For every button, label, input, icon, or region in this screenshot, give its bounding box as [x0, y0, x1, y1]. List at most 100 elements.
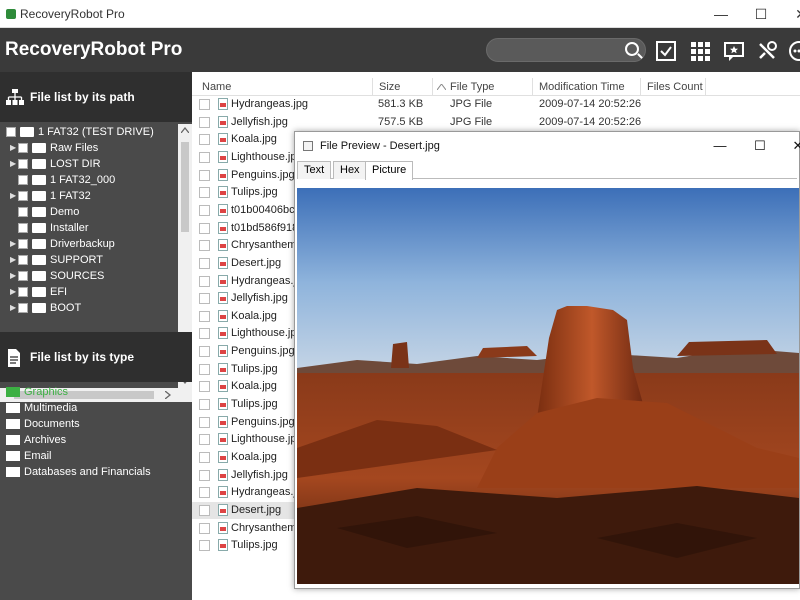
tab-text[interactable]: Text: [297, 161, 332, 179]
path-section-header[interactable]: File list by its path: [0, 72, 192, 122]
file-type-item[interactable]: Documents: [0, 416, 192, 432]
sidebar: File list by its path 1 FAT32 (TEST DRIV…: [0, 72, 192, 600]
feedback-star-icon[interactable]: [723, 40, 745, 62]
file-row[interactable]: Jellyfish.jpg 757.5 KB JPG File 2009-07-14 …: [192, 114, 800, 131]
tree-item-checkbox[interactable]: [18, 159, 28, 169]
file-row-checkbox[interactable]: [199, 204, 210, 216]
tree-item-checkbox[interactable]: [18, 207, 28, 217]
file-row-checkbox[interactable]: [199, 504, 210, 516]
tree-item-checkbox[interactable]: [18, 175, 28, 185]
scroll-up-icon[interactable]: [181, 127, 189, 133]
tree-item[interactable]: ▶ 1 FAT32: [0, 188, 178, 204]
file-row-checkbox[interactable]: [199, 346, 210, 358]
column-file-type[interactable]: File Type: [450, 81, 494, 93]
file-type-item[interactable]: Email: [0, 448, 192, 464]
tree-item[interactable]: ▶ BOOT: [0, 300, 178, 316]
file-name: Penguins.jpg: [231, 168, 295, 181]
file-row-checkbox[interactable]: [199, 540, 210, 552]
file-row-checkbox[interactable]: [199, 469, 210, 481]
column-files-count[interactable]: Files Count: [647, 81, 703, 93]
file-row-checkbox[interactable]: [199, 134, 210, 146]
expand-arrow-icon[interactable]: ▶: [10, 252, 18, 268]
grid-view-icon[interactable]: [689, 40, 711, 62]
tree-item[interactable]: 1 FAT32 (TEST DRIVE): [0, 124, 178, 140]
tools-icon[interactable]: [756, 40, 778, 62]
expand-arrow-icon[interactable]: ▶: [10, 156, 18, 172]
tree-item-checkbox[interactable]: [6, 127, 16, 137]
preview-titlebar[interactable]: File Preview - Desert.jpg — ☐ ✕: [295, 132, 800, 160]
expand-arrow-icon[interactable]: ▶: [10, 300, 18, 316]
type-section-header[interactable]: File list by its type: [0, 332, 192, 382]
file-row-checkbox[interactable]: [199, 222, 210, 234]
file-row[interactable]: Hydrangeas.jpg 581.3 KB JPG File 2009-07-14…: [192, 96, 800, 113]
close-button[interactable]: ✕: [786, 4, 800, 24]
file-row-checkbox[interactable]: [199, 116, 210, 128]
tree-item-checkbox[interactable]: [18, 191, 28, 201]
file-row-checkbox[interactable]: [199, 363, 210, 375]
search-input[interactable]: [486, 38, 646, 62]
tree-item[interactable]: ▶ SUPPORT: [0, 252, 178, 268]
file-row-checkbox[interactable]: [199, 416, 210, 428]
minimize-button[interactable]: —: [706, 4, 736, 24]
tree-item[interactable]: ▶ SOURCES: [0, 268, 178, 284]
column-name[interactable]: Name: [202, 81, 231, 93]
select-all-checkbox-icon[interactable]: [655, 40, 677, 62]
tree-item-checkbox[interactable]: [18, 239, 28, 249]
file-row-checkbox[interactable]: [199, 452, 210, 463]
expand-arrow-icon[interactable]: ▶: [10, 284, 18, 300]
tree-item-checkbox[interactable]: [18, 143, 28, 153]
file-type-item[interactable]: Archives: [0, 432, 192, 448]
tree-item-checkbox[interactable]: [18, 223, 28, 233]
file-row-checkbox[interactable]: [199, 151, 210, 163]
tree-item-checkbox[interactable]: [18, 271, 28, 281]
folder-icon: [6, 419, 20, 429]
column-modification-time[interactable]: Modification Time: [539, 81, 625, 93]
search-icon[interactable]: [625, 42, 639, 56]
tree-item[interactable]: Demo: [0, 204, 178, 220]
tab-picture[interactable]: Picture: [365, 161, 414, 180]
expand-arrow-icon[interactable]: ▶: [10, 140, 18, 156]
scrollbar-thumb[interactable]: [181, 142, 189, 232]
preview-maximize-button[interactable]: ☐: [747, 136, 773, 156]
folder-icon: [32, 303, 46, 313]
file-type-item[interactable]: Databases and Financials: [0, 464, 192, 480]
expand-arrow-icon[interactable]: ▶: [10, 188, 18, 204]
file-row-checkbox[interactable]: [199, 275, 210, 287]
preview-minimize-button[interactable]: —: [707, 136, 733, 156]
expand-arrow-icon[interactable]: ▶: [10, 268, 18, 284]
file-type-label: Email: [24, 450, 52, 462]
file-size: 581.3 KB: [378, 98, 424, 110]
file-row-checkbox[interactable]: [199, 310, 210, 322]
tab-hex[interactable]: Hex: [333, 161, 367, 179]
tree-item[interactable]: ▶ LOST DIR: [0, 156, 178, 172]
file-row-checkbox[interactable]: [199, 434, 210, 446]
more-options-icon[interactable]: [788, 40, 800, 62]
file-row-checkbox[interactable]: [199, 328, 210, 340]
file-type-item[interactable]: Graphics: [0, 384, 192, 400]
tree-item[interactable]: ▶ EFI: [0, 284, 178, 300]
file-row-checkbox[interactable]: [199, 399, 210, 411]
column-size[interactable]: Size: [379, 81, 400, 93]
file-row-checkbox[interactable]: [199, 187, 210, 199]
file-type-list[interactable]: Graphics Multimedia Documents Archives Email…: [0, 384, 192, 480]
tree-item[interactable]: Installer: [0, 220, 178, 236]
tree-item-checkbox[interactable]: [18, 255, 28, 265]
file-row-checkbox[interactable]: [199, 257, 210, 269]
file-row-checkbox[interactable]: [199, 293, 210, 305]
tree-item[interactable]: 1 FAT32_000: [0, 172, 178, 188]
file-type-item[interactable]: Multimedia: [0, 400, 192, 416]
file-row-checkbox[interactable]: [199, 99, 210, 110]
file-row-checkbox[interactable]: [199, 240, 210, 252]
file-row-checkbox[interactable]: [199, 381, 210, 393]
expand-arrow-icon[interactable]: ▶: [10, 236, 18, 252]
file-row-checkbox[interactable]: [199, 487, 210, 499]
preview-close-button[interactable]: ✕: [785, 136, 800, 156]
file-name: Jellyfish.jpg: [231, 468, 288, 481]
tree-item-checkbox[interactable]: [18, 287, 28, 297]
tree-item[interactable]: ▶ Driverbackup: [0, 236, 178, 252]
file-row-checkbox[interactable]: [199, 522, 210, 534]
tree-item-checkbox[interactable]: [18, 303, 28, 313]
tree-item[interactable]: ▶ Raw Files: [0, 140, 178, 156]
file-row-checkbox[interactable]: [199, 169, 210, 181]
maximize-button[interactable]: ☐: [746, 4, 776, 24]
